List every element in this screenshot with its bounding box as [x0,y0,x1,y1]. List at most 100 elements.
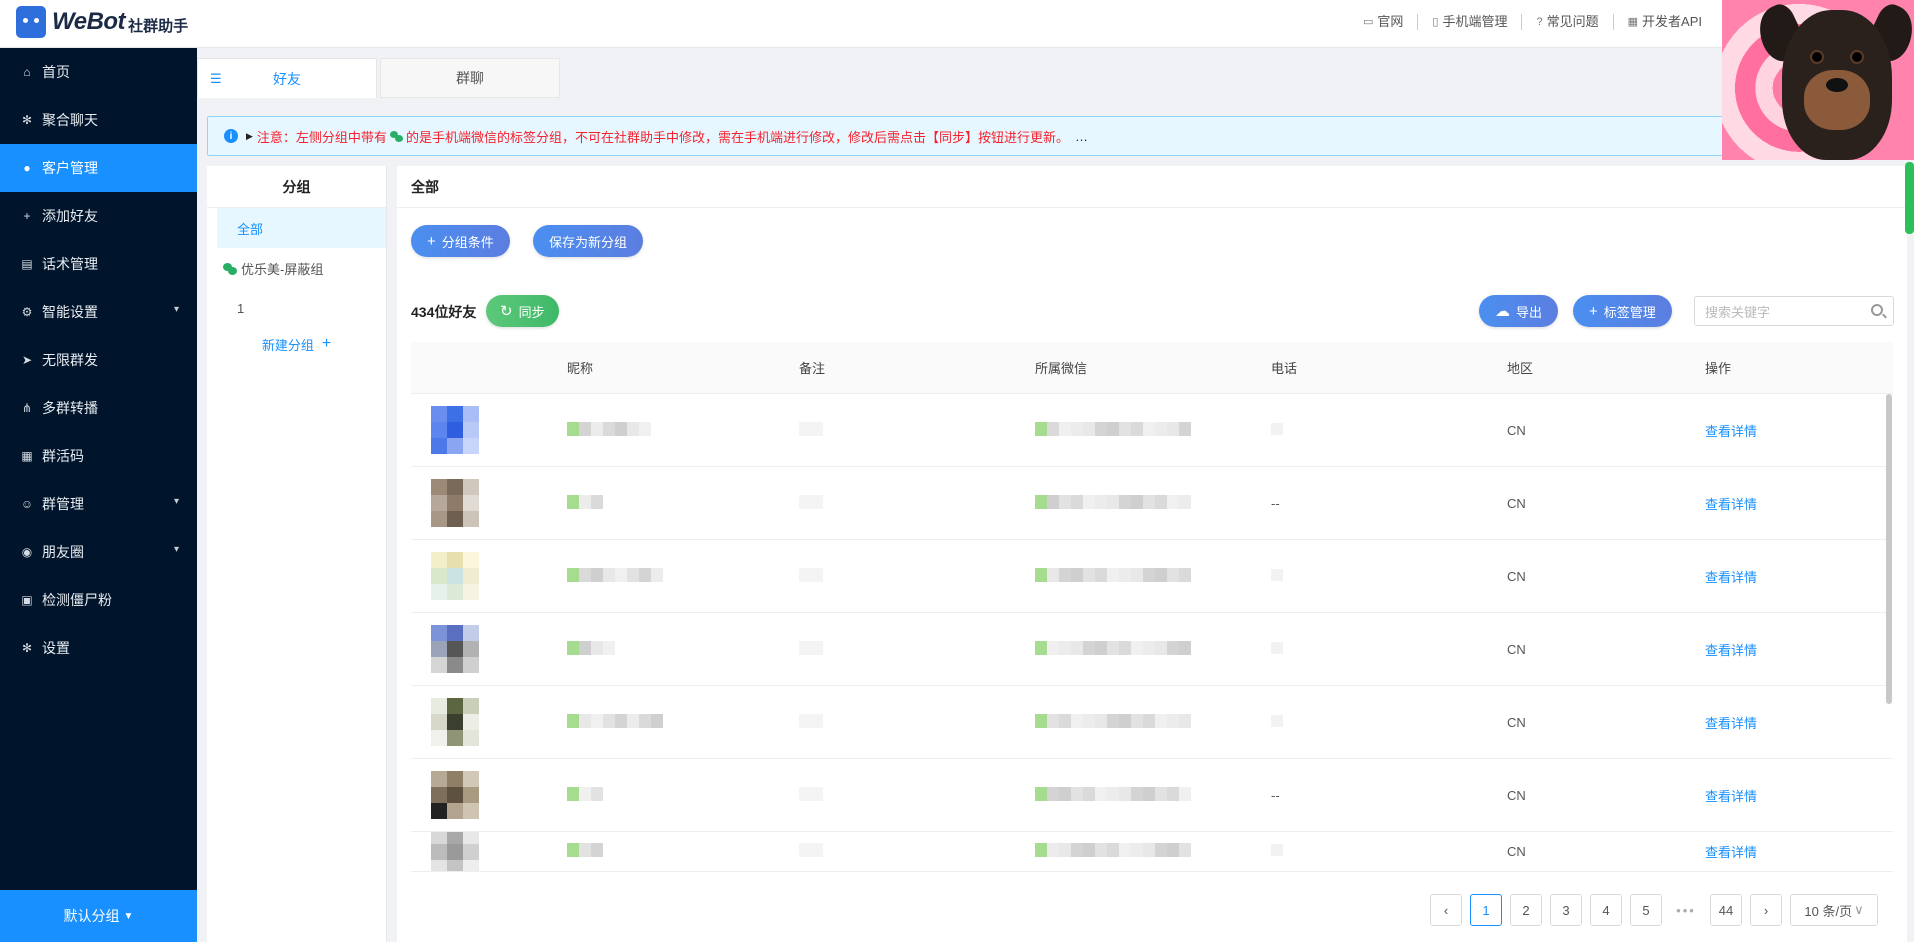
sidebar-item-customers[interactable]: ● 客户管理 [0,144,197,192]
sync-button[interactable]: ↻ 同步 [486,295,559,327]
collapse-menu-icon[interactable]: ☰ [210,71,222,87]
new-group-button[interactable]: 新建分组 + [207,328,386,360]
page-last[interactable]: 44 [1710,894,1742,926]
alert-more[interactable]: … [1075,129,1088,144]
sidebar-item-group-manage[interactable]: ☺ 群管理 ▾ [0,480,197,528]
nickname-redacted [567,421,651,436]
tag-manage-button[interactable]: + 标签管理 [1573,295,1672,327]
chevron-down-icon: ▾ [173,304,179,315]
dog-eye [1852,52,1862,62]
next-page-button[interactable]: › [1750,894,1782,926]
group-item-1[interactable]: 1 [207,288,386,328]
page-2[interactable]: 2 [1510,894,1542,926]
cloud-download-icon: ☁ [1495,303,1510,320]
sidebar-item-settings[interactable]: ✻ 设置 [0,624,197,672]
sidebar-item-label: 群管理 [42,496,84,512]
sidebar-item-home[interactable]: ⌂ 首页 [0,48,197,96]
qrcode-icon: ▦ [21,449,33,463]
owner-wechat-redacted [1035,567,1191,582]
wechat-icon [389,130,403,143]
page-3[interactable]: 3 [1550,894,1582,926]
group-item-label: 1 [237,300,245,316]
table-row: CN 查看详情 [411,394,1893,467]
prev-page-button[interactable]: ‹ [1430,894,1462,926]
sidebar-item-label: 检测僵尸粉 [42,592,112,608]
sidebar-item-label: 首页 [42,64,70,80]
export-button[interactable]: ☁ 导出 [1479,295,1559,327]
page-4[interactable]: 4 [1590,894,1622,926]
search-input[interactable]: 搜索关键字 [1694,296,1894,326]
side-grip-handle[interactable] [1905,162,1914,234]
view-details-link[interactable]: 查看详情 [1705,643,1757,658]
default-group-selector[interactable]: 默认分组 ▼ [0,890,197,942]
page-5[interactable]: 5 [1630,894,1662,926]
view-details-link[interactable]: 查看详情 [1705,497,1757,512]
sidebar-item-label: 客户管理 [42,160,98,176]
nickname-redacted [567,713,663,728]
sidebar-item-zombie-check[interactable]: ▣ 检测僵尸粉 [0,576,197,624]
page-size-label: 10 条/页 [1804,903,1853,919]
view-details-link[interactable]: 查看详情 [1705,716,1757,731]
toplink-mobile[interactable]: ▯ 手机端管理 [1418,14,1523,30]
tab-friends[interactable]: ☰ 好友 [197,58,377,98]
avatar[interactable] [431,552,479,600]
groups-title: 分组 [207,166,386,208]
remark-redacted [799,421,823,436]
table-row: -- CN 查看详情 [411,467,1893,540]
view-details-link[interactable]: 查看详情 [1705,789,1757,804]
table-body: CN 查看详情 -- CN 查看详情 CN 查看详情 CN 查看详情 CN 查看详情 -- CN 查看详情… [411,394,1893,872]
sidebar-item-qrcode[interactable]: ▦ 群活码 [0,432,197,480]
logo[interactable]: WeBot 社群助手 [16,6,188,38]
button-label: 保存为新分组 [549,234,628,250]
avatar[interactable] [431,832,479,871]
sidebar-item-scripts[interactable]: ▤ 话术管理 [0,240,197,288]
caret-right-icon[interactable]: ▶ [246,131,253,142]
page-1[interactable]: 1 [1470,894,1502,926]
chevron-down-icon: ▾ [173,544,179,555]
search-icon[interactable] [1871,304,1883,316]
plus-icon: + [1589,302,1598,320]
group-item-all[interactable]: 全部 [217,208,386,248]
view-details-link[interactable]: 查看详情 [1705,570,1757,585]
sidebar-item-chat[interactable]: ✻ 聚合聊天 [0,96,197,144]
sidebar-item-label: 聚合聊天 [42,112,98,128]
sidebar-item-label: 多群转播 [42,400,98,416]
friend-count: 434位好友 [411,304,477,320]
avatar[interactable] [431,771,479,819]
sidebar: ⌂ 首页 ✻ 聚合聊天 ● 客户管理 + 添加好友 ▤ 话术管理 ⚙ 智能设置 … [0,48,197,942]
groups-panel: 分组 全部 优乐美-屏蔽组 1 新建分组 + [207,166,387,942]
toplink-website[interactable]: ▭ 官网 [1349,14,1419,30]
sidebar-item-add-friend[interactable]: + 添加好友 [0,192,197,240]
phone-cell [1271,641,1507,657]
view-details-link[interactable]: 查看详情 [1705,424,1757,439]
sidebar-item-relay[interactable]: ⋔ 多群转播 [0,384,197,432]
page-ellipsis[interactable]: ••• [1670,894,1702,926]
avatar[interactable] [431,479,479,527]
sidebar-item-broadcast[interactable]: ➤ 无限群发 [0,336,197,384]
robot-logo-icon [16,6,46,38]
avatar[interactable] [431,406,479,454]
question-icon: ? [1536,16,1543,28]
table-row: CN 查看详情 [411,540,1893,613]
header-region: 地区 [1507,361,1534,376]
avatar[interactable] [431,698,479,746]
avatar[interactable] [431,625,479,673]
owner-wechat-redacted [1035,421,1191,436]
tab-group-chats[interactable]: 群聊 [380,58,560,98]
save-new-group-button[interactable]: 保存为新分组 [533,225,644,257]
settings-icon: ⚙ [21,305,33,319]
group-item-tag[interactable]: 优乐美-屏蔽组 [207,248,386,288]
sidebar-item-moments[interactable]: ◉ 朋友圈 ▾ [0,528,197,576]
view-details-link[interactable]: 查看详情 [1705,845,1757,860]
filter-condition-button[interactable]: + 分组条件 [411,225,510,257]
page-size-select[interactable]: 10 条/页 ∨ [1790,894,1878,926]
remark-redacted [799,786,823,801]
info-icon: i [224,129,238,143]
sidebar-item-label: 话术管理 [42,256,98,272]
nickname-redacted [567,786,603,801]
toplink-faq[interactable]: ? 常见问题 [1522,14,1614,30]
sidebar-item-smart-settings[interactable]: ⚙ 智能设置 ▾ [0,288,197,336]
chevron-down-icon: ▾ [173,496,179,507]
toplink-api[interactable]: ▦ 开发者API [1614,14,1716,30]
table-scrollbar[interactable] [1886,394,1892,704]
